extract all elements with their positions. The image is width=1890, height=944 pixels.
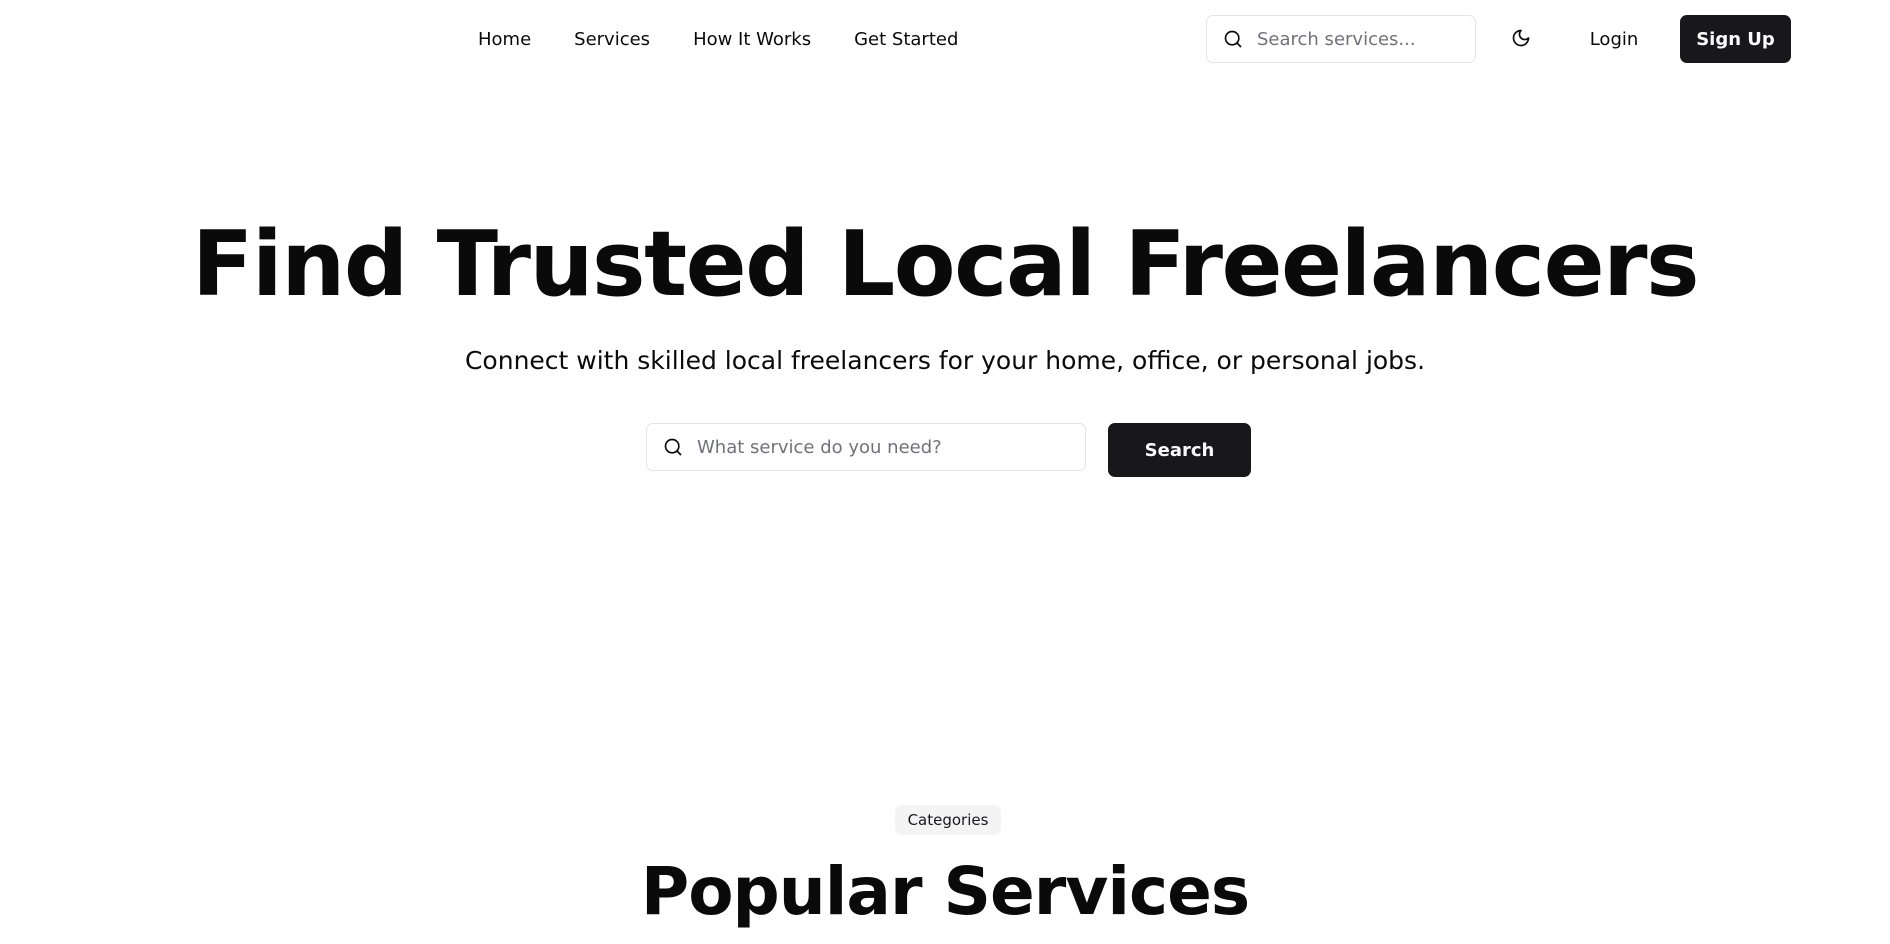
nav-link-get-started[interactable]: Get Started bbox=[854, 28, 958, 52]
nav-link-how-it-works[interactable]: How It Works bbox=[693, 28, 811, 52]
nav-link-services[interactable]: Services bbox=[574, 28, 650, 52]
hero-title: Find Trusted Local Freelancers bbox=[191, 212, 1700, 317]
popular-services-title: Popular Services bbox=[640, 853, 1250, 930]
nav-link-home[interactable]: Home bbox=[478, 28, 531, 52]
hero-search-button[interactable]: Search bbox=[1108, 423, 1251, 477]
search-icon bbox=[663, 437, 683, 457]
categories-badge: Categories bbox=[895, 805, 1001, 835]
hero-search-input[interactable] bbox=[697, 436, 1067, 458]
site-header: Home Services How It Works Get Started L… bbox=[0, 0, 1890, 80]
moon-icon bbox=[1511, 28, 1531, 52]
signup-button[interactable]: Sign Up bbox=[1680, 15, 1791, 63]
hero-search-box[interactable] bbox=[646, 423, 1086, 471]
main-nav: Home Services How It Works Get Started bbox=[478, 28, 958, 52]
header-search-input[interactable] bbox=[1257, 28, 1457, 50]
theme-toggle-button[interactable] bbox=[1498, 20, 1544, 60]
header-search-box[interactable] bbox=[1206, 15, 1476, 63]
hero-subtitle: Connect with skilled local freelancers f… bbox=[464, 346, 1426, 375]
login-button[interactable]: Login bbox=[1574, 15, 1654, 63]
search-icon bbox=[1223, 29, 1243, 49]
